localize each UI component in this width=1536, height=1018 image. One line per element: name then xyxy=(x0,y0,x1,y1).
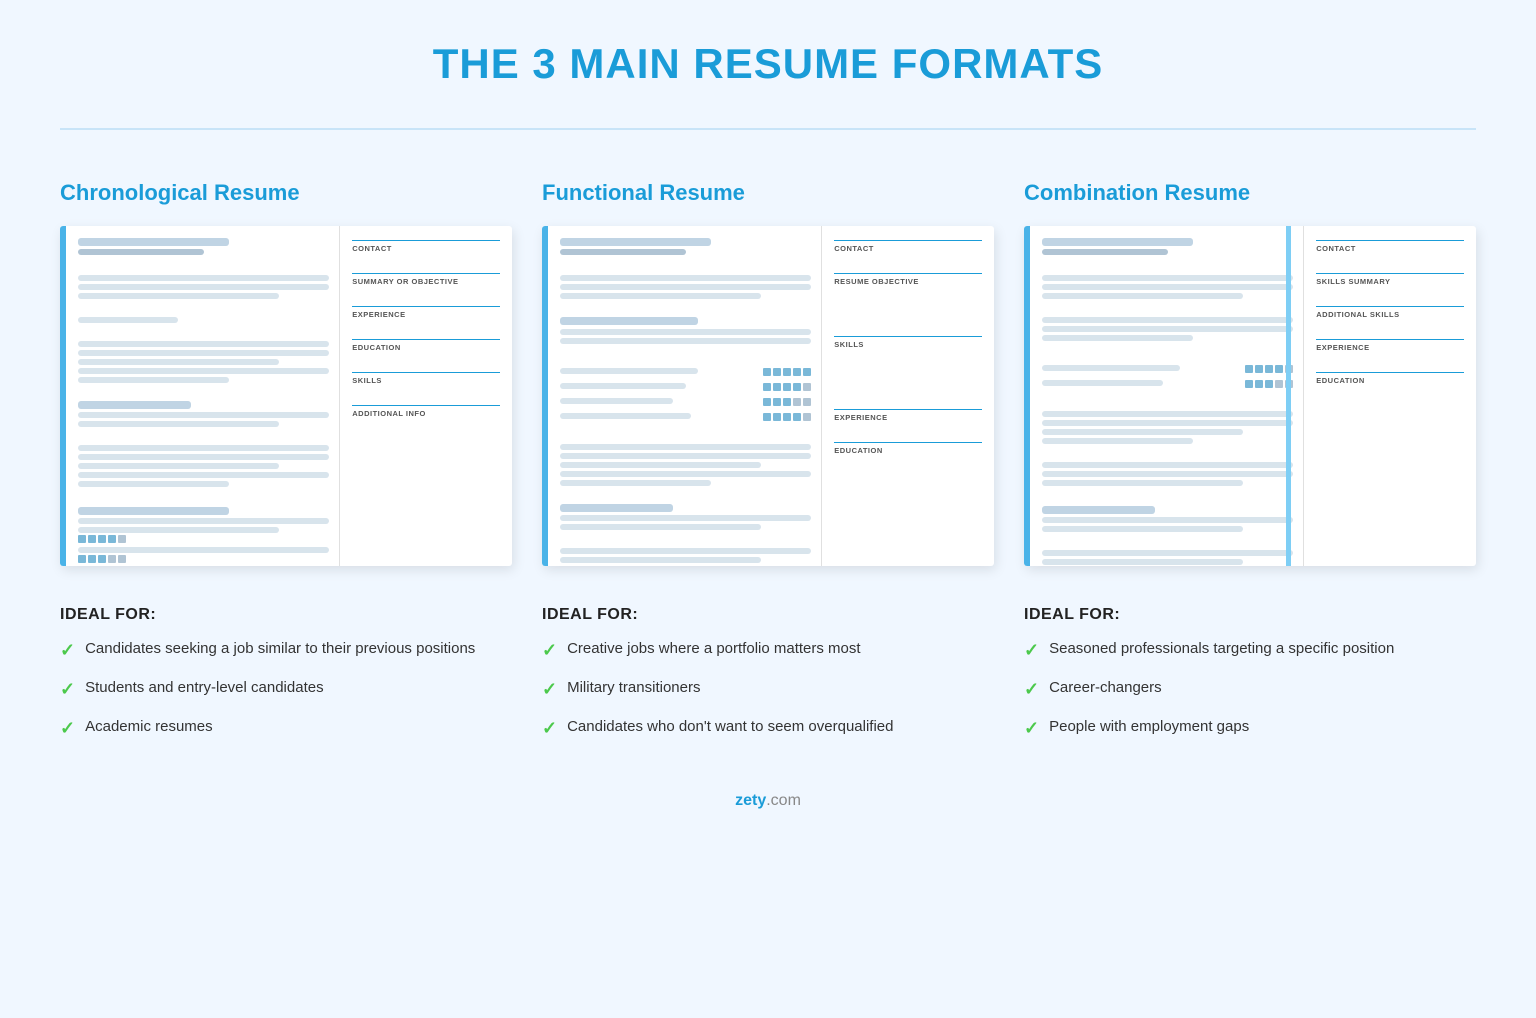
label-skills-chron: SKILLS xyxy=(352,372,500,387)
resume-left-func xyxy=(542,226,822,566)
ideal-title-chron: IDEAL FOR: xyxy=(60,606,512,624)
ideal-item-chron-1: ✓ Students and entry-level candidates xyxy=(60,677,512,702)
column-chronological: Chronological Resume xyxy=(60,180,512,742)
resume-right-chron: CONTACT SUMMARY OR OBJECTIVE EXPERIENCE … xyxy=(340,226,512,566)
ideal-item-chron-0: ✓ Candidates seeking a job similar to th… xyxy=(60,638,512,663)
check-icon-func-1: ✓ xyxy=(542,677,557,702)
resume-mockup-chronological: CONTACT SUMMARY OR OBJECTIVE EXPERIENCE … xyxy=(60,226,512,566)
label-education-chron: EDUCATION xyxy=(352,339,500,354)
accent-stripe-combo xyxy=(1286,226,1291,566)
ideal-item-chron-2: ✓ Academic resumes xyxy=(60,716,512,741)
ideal-list-func: ✓ Creative jobs where a portfolio matter… xyxy=(542,638,994,742)
page: THE 3 MAIN RESUME FORMATS Chronological … xyxy=(0,0,1536,870)
ideal-section-combo: IDEAL FOR: ✓ Seasoned professionals targ… xyxy=(1024,606,1476,742)
ideal-list-combo: ✓ Seasoned professionals targeting a spe… xyxy=(1024,638,1476,742)
label-experience-combo: EXPERIENCE xyxy=(1316,339,1464,354)
check-icon-func-0: ✓ xyxy=(542,638,557,663)
resume-left-combo xyxy=(1024,226,1304,566)
label-additional-skills-combo: ADDITIONAL SKILLS xyxy=(1316,306,1464,321)
ideal-title-func: IDEAL FOR: xyxy=(542,606,994,624)
label-education-combo: EDUCATION xyxy=(1316,372,1464,387)
column-functional: Functional Resume xyxy=(542,180,994,742)
ideal-section-chron: IDEAL FOR: ✓ Candidates seeking a job si… xyxy=(60,606,512,742)
accent-bar-combo xyxy=(1024,226,1030,566)
col-title-combination: Combination Resume xyxy=(1024,180,1476,206)
label-skills-summary-combo: SKILLS SUMMARY xyxy=(1316,273,1464,288)
resume-mockup-combination: CONTACT SKILLS SUMMARY ADDITIONAL SKILLS… xyxy=(1024,226,1476,566)
check-icon-combo-0: ✓ xyxy=(1024,638,1039,663)
ideal-title-combo: IDEAL FOR: xyxy=(1024,606,1476,624)
resume-mockup-functional: CONTACT RESUME OBJECTIVE SKILLS EXPERIEN… xyxy=(542,226,994,566)
accent-bar-chron xyxy=(60,226,66,566)
check-icon-chron-2: ✓ xyxy=(60,716,75,741)
resume-left-chron xyxy=(60,226,340,566)
resume-right-func: CONTACT RESUME OBJECTIVE SKILLS EXPERIEN… xyxy=(822,226,994,566)
check-icon-combo-1: ✓ xyxy=(1024,677,1039,702)
ideal-section-func: IDEAL FOR: ✓ Creative jobs where a portf… xyxy=(542,606,994,742)
ideal-item-func-1: ✓ Military transitioners xyxy=(542,677,994,702)
ideal-item-func-2: ✓ Candidates who don't want to seem over… xyxy=(542,716,994,741)
check-icon-chron-0: ✓ xyxy=(60,638,75,663)
ideal-item-combo-1: ✓ Career-changers xyxy=(1024,677,1476,702)
check-icon-combo-2: ✓ xyxy=(1024,716,1039,741)
label-objective-func: RESUME OBJECTIVE xyxy=(834,273,982,288)
check-icon-func-2: ✓ xyxy=(542,716,557,741)
page-title: THE 3 MAIN RESUME FORMATS xyxy=(60,40,1476,88)
columns-container: Chronological Resume xyxy=(60,180,1476,742)
label-summary-chron: SUMMARY OR OBJECTIVE xyxy=(352,273,500,288)
check-icon-chron-1: ✓ xyxy=(60,677,75,702)
footer-brand: zety.com xyxy=(60,792,1476,810)
label-contact-chron: CONTACT xyxy=(352,240,500,255)
col-title-functional: Functional Resume xyxy=(542,180,994,206)
resume-right-combo: CONTACT SKILLS SUMMARY ADDITIONAL SKILLS… xyxy=(1304,226,1476,566)
accent-bar-func xyxy=(542,226,548,566)
footer-com: .com xyxy=(766,792,801,809)
label-contact-combo: CONTACT xyxy=(1316,240,1464,255)
label-additional-chron: ADDITIONAL INFO xyxy=(352,405,500,420)
ideal-item-func-0: ✓ Creative jobs where a portfolio matter… xyxy=(542,638,994,663)
divider xyxy=(60,128,1476,130)
ideal-list-chron: ✓ Candidates seeking a job similar to th… xyxy=(60,638,512,742)
label-experience-func: EXPERIENCE xyxy=(834,409,982,424)
ideal-item-combo-0: ✓ Seasoned professionals targeting a spe… xyxy=(1024,638,1476,663)
column-combination: Combination Resume xyxy=(1024,180,1476,742)
footer-zety: zety xyxy=(735,792,766,809)
ideal-item-combo-2: ✓ People with employment gaps xyxy=(1024,716,1476,741)
label-skills-func: SKILLS xyxy=(834,336,982,351)
col-title-chronological: Chronological Resume xyxy=(60,180,512,206)
label-contact-func: CONTACT xyxy=(834,240,982,255)
label-experience-chron: EXPERIENCE xyxy=(352,306,500,321)
label-education-func: EDUCATION xyxy=(834,442,982,457)
